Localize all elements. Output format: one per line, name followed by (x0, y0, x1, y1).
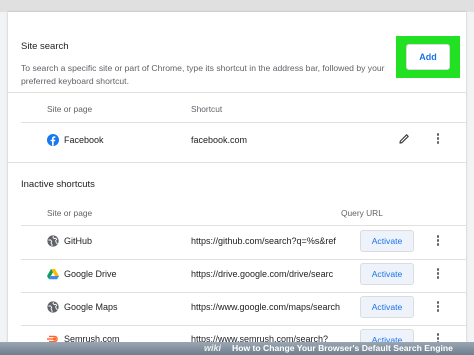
divider (21, 225, 466, 226)
activate-button[interactable]: Activate (360, 296, 414, 318)
activate-button[interactable]: Activate (360, 263, 414, 285)
query-url: https://drive.google.com/drive/searc (191, 269, 334, 279)
more-options-icon[interactable] (433, 133, 443, 147)
add-button[interactable]: Add (406, 44, 450, 70)
shortcut-column-header: Shortcut (191, 104, 223, 114)
site-name: Google Maps (64, 302, 118, 312)
divider (21, 122, 466, 123)
site-column-header: Site or page (47, 104, 93, 114)
settings-panel: Site search To search a specific site or… (8, 12, 466, 355)
divider (21, 292, 466, 293)
facebook-icon (47, 134, 59, 146)
globe-icon (47, 301, 59, 313)
more-options-icon[interactable] (433, 268, 443, 282)
caption-text: How to Change Your Browser's Default Sea… (232, 343, 453, 353)
divider (8, 162, 466, 163)
site-name: GitHub (64, 236, 93, 246)
divider (21, 259, 466, 260)
query-url: https://github.com/search?q=%s&ref (191, 236, 336, 246)
query-url: https://www.google.com/maps/search (191, 302, 341, 312)
inactive-shortcuts-title: Inactive shortcuts (21, 179, 95, 190)
globe-icon (47, 235, 59, 247)
brand-logo: wiki (204, 343, 222, 353)
divider (8, 92, 466, 93)
google-drive-icon (47, 269, 59, 280)
activate-button[interactable]: Activate (360, 230, 414, 252)
site-name: Google Drive (64, 269, 117, 279)
more-options-icon[interactable] (433, 235, 443, 249)
caption-bar: wiki How to Change Your Browser's Defaul… (0, 342, 474, 355)
site-name: Facebook (64, 135, 104, 145)
site-search-description: To search a specific site or part of Chr… (21, 63, 385, 86)
divider (21, 325, 466, 326)
site-search-title: Site search (21, 41, 69, 52)
top-strip (0, 0, 474, 12)
site-shortcut: facebook.com (191, 135, 248, 145)
edit-pencil-icon[interactable] (398, 133, 410, 145)
more-options-icon[interactable] (433, 301, 443, 315)
site-column-header: Site or page (47, 208, 93, 218)
query-url-column-header: Query URL (341, 208, 383, 218)
